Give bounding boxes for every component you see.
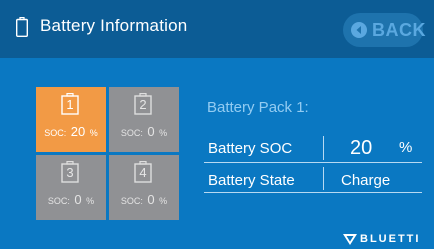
battery-state-label: Battery State [208, 172, 295, 189]
battery-soc-readout: SOC: 0 % [109, 123, 179, 141]
soc-unit: % [159, 196, 168, 206]
battery-soc-readout: SOC: 0 % [36, 191, 106, 209]
arrow-left-circle-icon [351, 22, 367, 38]
battery-soc-label: Battery SOC [208, 140, 293, 157]
pack-title: Battery Pack 1: [207, 99, 309, 116]
bluetti-logo-icon [343, 234, 357, 245]
divider [323, 167, 324, 190]
battery-number: 4 [139, 165, 147, 180]
page-title: Battery Information [40, 16, 188, 35]
battery-pack-grid: 1 SOC: 20 % 2 SOC: 0 % 3 SOC: 0 % 4 SOC:… [36, 87, 179, 220]
soc-unit: % [89, 128, 98, 138]
soc-value: 0 [147, 192, 155, 207]
battery-number: 3 [66, 165, 74, 180]
soc-label: SOC: [120, 128, 143, 138]
soc-label: SOC: [44, 128, 67, 138]
back-button-label: BACK [372, 20, 426, 40]
soc-label: SOC: [47, 196, 70, 206]
back-button[interactable]: BACK [343, 13, 426, 47]
battery-tile-4[interactable]: 4 SOC: 0 % [109, 155, 179, 220]
divider [323, 136, 324, 160]
battery-soc-readout: SOC: 0 % [109, 191, 179, 209]
battery-state-value: Charge [341, 172, 391, 189]
battery-number: 2 [139, 97, 147, 112]
soc-value: 0 [74, 192, 82, 207]
battery-soc-unit: % [399, 139, 413, 156]
soc-value: 20 [70, 124, 86, 139]
soc-value: 0 [147, 124, 155, 139]
battery-soc-readout: SOC: 20 % [36, 123, 106, 141]
battery-icon [16, 17, 28, 37]
battery-tile-2[interactable]: 2 SOC: 0 % [109, 87, 179, 152]
battery-soc-value: 20 [350, 137, 373, 159]
soc-label: SOC: [120, 196, 143, 206]
battery-info-screen: Battery Information BACK 1 SOC: 20 % 2 S… [0, 0, 434, 249]
battery-tile-1[interactable]: 1 SOC: 20 % [36, 87, 106, 152]
divider [204, 192, 422, 193]
brand-name: BLUETTI [360, 233, 421, 245]
battery-tile-3[interactable]: 3 SOC: 0 % [36, 155, 106, 220]
soc-unit: % [86, 196, 95, 206]
header-bar: Battery Information BACK [0, 0, 434, 58]
battery-number: 1 [66, 97, 74, 112]
soc-unit: % [159, 128, 168, 138]
divider [204, 162, 422, 163]
